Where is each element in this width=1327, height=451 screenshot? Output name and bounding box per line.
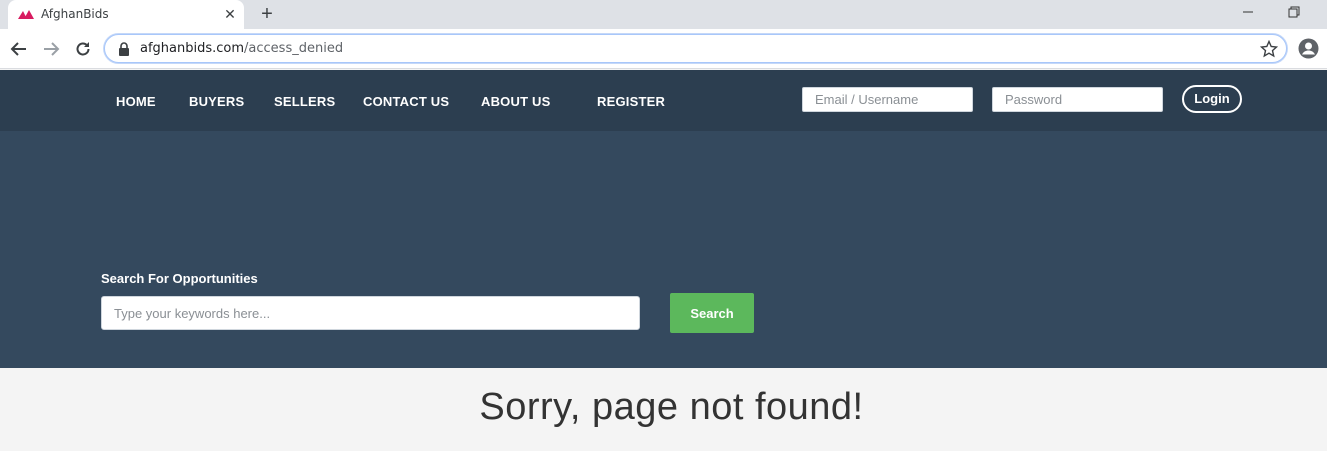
browser-tab[interactable]: AfghanBids ✕: [8, 0, 244, 29]
nav-home-link[interactable]: HOME: [116, 94, 156, 109]
nav-sellers-link[interactable]: SELLERS: [274, 94, 335, 109]
login-button[interactable]: Login: [1182, 85, 1242, 113]
site-navbar: HOME BUYERS SELLERS CONTACT US ABOUT US …: [0, 70, 1327, 131]
profile-avatar-icon[interactable]: [1298, 38, 1319, 59]
email-username-field[interactable]: [802, 87, 973, 112]
nav-register-link[interactable]: REGISTER: [597, 94, 665, 109]
browser-toolbar: afghanbids.com/access_denied: [0, 29, 1327, 69]
keyword-search-input[interactable]: [101, 296, 640, 330]
minimize-window-icon[interactable]: [1241, 4, 1255, 20]
search-heading: Search For Opportunities: [101, 271, 258, 286]
main-content: Sorry, page not found!: [0, 368, 1327, 451]
hero-section: Search For Opportunities Search: [0, 131, 1327, 368]
nav-contact-us-link[interactable]: CONTACT US: [363, 94, 449, 109]
lock-icon[interactable]: [118, 42, 130, 56]
nav-buyers-link[interactable]: BUYERS: [189, 94, 244, 109]
url-text[interactable]: afghanbids.com/access_denied: [140, 41, 343, 56]
password-field[interactable]: [992, 87, 1163, 112]
page-not-found-message: Sorry, page not found!: [479, 386, 864, 428]
browser-tab-strip: AfghanBids ✕ +: [0, 0, 1327, 29]
forward-arrow-icon[interactable]: [41, 39, 61, 59]
tab-title: AfghanBids: [41, 7, 109, 21]
reload-icon[interactable]: [73, 39, 93, 59]
new-tab-button[interactable]: +: [257, 4, 277, 24]
address-bar[interactable]: afghanbids.com/access_denied: [104, 34, 1287, 63]
restore-window-icon[interactable]: [1287, 4, 1301, 20]
search-button[interactable]: Search: [670, 293, 754, 333]
url-path: /access_denied: [244, 41, 344, 56]
back-arrow-icon[interactable]: [9, 39, 29, 59]
nav-about-us-link[interactable]: ABOUT US: [481, 94, 551, 109]
afghanbids-favicon-icon: [18, 10, 34, 19]
url-domain: afghanbids.com: [140, 41, 245, 56]
bookmark-star-icon[interactable]: [1260, 40, 1278, 58]
close-tab-icon[interactable]: ✕: [221, 5, 239, 23]
